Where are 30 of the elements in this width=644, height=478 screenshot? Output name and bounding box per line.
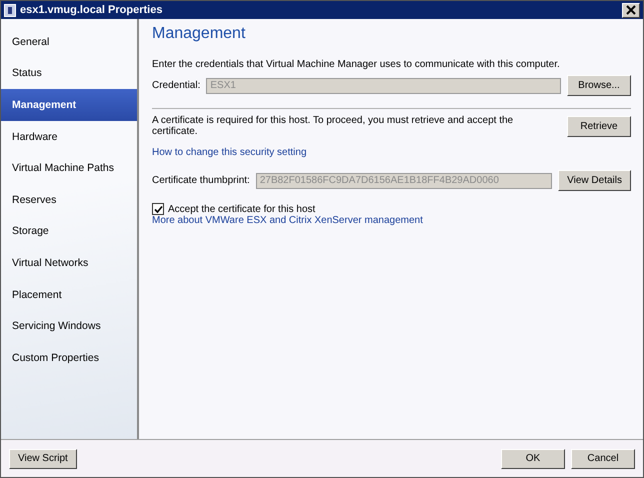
sidebar-item[interactable]: Reserves xyxy=(1,184,137,216)
ok-button[interactable]: OK xyxy=(501,448,565,468)
sidebar-item[interactable]: Storage xyxy=(1,216,137,248)
view-script-button[interactable]: View Script xyxy=(9,448,77,468)
window-icon xyxy=(4,4,16,16)
page-heading: Management xyxy=(152,25,246,43)
vmware-xenserver-link[interactable]: More about VMWare ESX and Citrix XenServer management xyxy=(152,215,423,226)
window-title: esx1.vmug.local Properties xyxy=(20,4,164,16)
sidebar-item[interactable]: Status xyxy=(1,58,137,90)
close-icon xyxy=(626,5,636,15)
sidebar-item[interactable]: Management xyxy=(1,89,137,121)
sidebar-item[interactable]: Servicing Windows xyxy=(1,310,137,342)
sidebar-item[interactable]: Custom Properties xyxy=(1,342,137,374)
sidebar-item[interactable]: General xyxy=(1,26,137,58)
accept-checkbox-label: Accept the certificate for this host xyxy=(168,204,316,214)
sidebar-item[interactable]: Placement xyxy=(1,278,137,310)
cancel-button[interactable]: Cancel xyxy=(571,448,635,468)
security-setting-link[interactable]: How to change this security setting xyxy=(152,147,307,158)
close-button[interactable] xyxy=(622,2,640,18)
accept-checkbox[interactable] xyxy=(152,203,164,215)
retrieve-button[interactable]: Retrieve xyxy=(567,116,631,136)
certificate-description: A certificate is required for this host. To proceed, you must retrieve and accept the certificate. xyxy=(152,115,514,137)
browse-button[interactable]: Browse... xyxy=(567,75,631,96)
credentials-description: Enter the credentials that Virtual Machine Manager uses to communicate with this computer. xyxy=(152,59,561,70)
view-details-button[interactable]: View Details xyxy=(558,170,631,191)
thumbprint-label: Certificate thumbprint: xyxy=(152,175,250,186)
sidebar-item[interactable]: Hardware xyxy=(1,120,137,152)
sidebar-item[interactable]: Virtual Machine Paths xyxy=(1,152,137,184)
credential-label: Credential: xyxy=(152,80,200,91)
sidebar-item[interactable]: Virtual Networks xyxy=(1,247,137,279)
